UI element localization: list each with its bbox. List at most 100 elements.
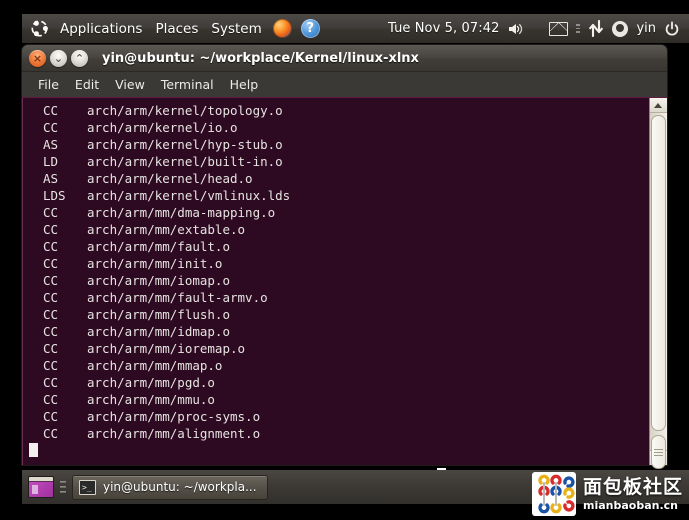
terminal-line-path: arch/arm/mm/fault.o (87, 239, 230, 254)
show-desktop-icon[interactable] (28, 476, 54, 498)
clock[interactable]: Tue Nov 5, 07:42 (388, 21, 499, 36)
top-panel-left: Applications Places System ? (22, 19, 320, 39)
terminal-line: AS arch/arm/kernel/hyp-stub.o (29, 136, 649, 153)
ubuntu-logo-icon[interactable] (30, 19, 49, 38)
terminal-line: CC arch/arm/kernel/io.o (29, 119, 649, 136)
terminal-line-path: arch/arm/mm/init.o (87, 256, 223, 271)
terminal-line: CC arch/arm/mm/mmap.o (29, 357, 649, 374)
applications-menu[interactable]: Applications (58, 19, 144, 39)
terminal-line-tag: CC (43, 205, 59, 220)
terminal-line: CC arch/arm/mm/extable.o (29, 221, 649, 238)
menu-terminal[interactable]: Terminal (153, 75, 222, 94)
terminal-line-tag: CC (43, 426, 59, 441)
terminal-line-tag: LDS (43, 188, 66, 203)
watermark-en: mianbaoban.cn (582, 498, 678, 512)
scrollbar-track[interactable] (649, 113, 667, 469)
scrollbar-thumb-grip[interactable] (650, 435, 666, 469)
terminal-line: CC arch/arm/mm/alignment.o (29, 425, 649, 442)
window-maximize-button[interactable]: ⌃ (71, 49, 88, 67)
terminal-prompt-line (29, 442, 649, 459)
terminal-line-tag: AS (43, 171, 59, 186)
terminal-line-tag: CC (43, 392, 59, 407)
terminal-body: CC arch/arm/kernel/topology.o CC arch/arm/k… (22, 98, 667, 486)
terminal-line: CC arch/arm/mm/fault-armv.o (29, 289, 649, 306)
top-panel-right: Tue Nov 5, 07:42 yin (388, 19, 689, 38)
block-cursor (29, 443, 38, 457)
terminal-line-path: arch/arm/mm/pgd.o (87, 375, 215, 390)
watermark-text: 面包板社区 mianbaoban.cn (582, 475, 683, 512)
top-panel: Applications Places System ? Tue Nov 5, … (22, 14, 689, 43)
terminal-line: LD arch/arm/kernel/built-in.o (29, 153, 649, 170)
taskbar-item-label: yin@ubuntu: ~/workpla... (103, 480, 257, 494)
terminal-output[interactable]: CC arch/arm/kernel/topology.o CC arch/arm/k… (23, 98, 649, 465)
terminal-line-path: arch/arm/mm/iomap.o (87, 273, 230, 288)
watermark-cn: 面包板社区 (582, 475, 683, 498)
terminal-icon: >_ (79, 479, 96, 495)
taskbar-item-terminal[interactable]: >_ yin@ubuntu: ~/workpla... (72, 474, 268, 500)
terminal-line-path: arch/arm/mm/mmu.o (87, 392, 215, 407)
terminal-line: CC arch/arm/mm/init.o (29, 255, 649, 272)
terminal-line: CC arch/arm/mm/idmap.o (29, 323, 649, 340)
terminal-line: AS arch/arm/kernel/head.o (29, 170, 649, 187)
menu-help[interactable]: Help (222, 75, 267, 94)
window-minimize-button[interactable]: ⌄ (50, 49, 67, 67)
terminal-line-tag: CC (43, 307, 59, 322)
desktop: Applications Places System ? Tue Nov 5, … (0, 0, 689, 520)
window-titlebar[interactable]: × ⌄ ⌃ yin@ubuntu: ~/workplace/Kernel/lin… (22, 45, 667, 72)
system-menu[interactable]: System (209, 19, 263, 39)
menu-file[interactable]: File (30, 75, 67, 94)
terminal-line-tag: CC (43, 273, 59, 288)
terminal-line-path: arch/arm/kernel/built-in.o (87, 154, 283, 169)
terminal-line-path: arch/arm/mm/alignment.o (87, 426, 261, 441)
terminal-line: CC arch/arm/mm/proc-syms.o (29, 408, 649, 425)
mianbaoban-logo-icon (531, 472, 576, 516)
menu-view[interactable]: View (107, 75, 153, 94)
terminal-line-tag: CC (43, 120, 59, 135)
network-icon[interactable] (588, 19, 604, 38)
terminal-line: CC arch/arm/mm/pgd.o (29, 374, 649, 391)
firefox-icon[interactable] (272, 19, 292, 38)
terminal-line: CC arch/arm/mm/mmu.o (29, 391, 649, 408)
terminal-line-path: arch/arm/mm/dma-mapping.o (87, 205, 276, 220)
terminal-line-tag: CC (43, 239, 59, 254)
terminal-line: CC arch/arm/kernel/topology.o (29, 102, 649, 119)
user-name[interactable]: yin (636, 21, 656, 36)
terminal-scrollbar[interactable] (649, 98, 667, 469)
window-close-button[interactable]: × (29, 49, 46, 67)
scroll-up-arrow-icon[interactable] (649, 98, 667, 113)
terminal-line-path: arch/arm/mm/ioremap.o (87, 341, 246, 356)
terminal-line-tag: CC (43, 103, 59, 118)
terminal-line-tag: CC (43, 409, 59, 424)
watermark: 面包板社区 mianbaoban.cn (531, 472, 683, 516)
power-icon[interactable] (664, 21, 680, 37)
places-menu[interactable]: Places (153, 19, 200, 39)
terminal-line: CC arch/arm/mm/fault.o (29, 238, 649, 255)
show-desktop-body (29, 482, 53, 497)
terminal-line-path: arch/arm/mm/extable.o (87, 222, 246, 237)
terminal-line-path: arch/arm/kernel/io.o (87, 120, 238, 135)
terminal-line-tag: CC (43, 290, 59, 305)
terminal-line-path: arch/arm/mm/proc-syms.o (87, 409, 261, 424)
terminal-line-path: arch/arm/mm/flush.o (87, 307, 230, 322)
terminal-window: × ⌄ ⌃ yin@ubuntu: ~/workplace/Kernel/lin… (22, 45, 667, 486)
close-icon: × (32, 51, 43, 65)
terminal-line: CC arch/arm/mm/flush.o (29, 306, 649, 323)
scrollbar-thumb[interactable] (650, 115, 666, 431)
terminal-line-tag: CC (43, 256, 59, 271)
terminal-line-tag: CC (43, 341, 59, 356)
terminal-line-path: arch/arm/kernel/hyp-stub.o (87, 137, 283, 152)
terminal-line: CC arch/arm/mm/dma-mapping.o (29, 204, 649, 221)
help-icon[interactable]: ? (300, 19, 320, 38)
chevron-up-icon: ⌃ (74, 51, 85, 65)
avatar[interactable] (612, 20, 629, 37)
terminal-line: CC arch/arm/mm/ioremap.o (29, 340, 649, 357)
menu-edit[interactable]: Edit (67, 75, 107, 94)
chevron-down-icon: ⌄ (53, 51, 64, 65)
menu-bar: File Edit View Terminal Help (22, 72, 667, 98)
terminal-line-path: arch/arm/kernel/head.o (87, 171, 253, 186)
terminal-line-path: arch/arm/mm/mmap.o (87, 358, 223, 373)
panel-grip-handle[interactable] (60, 476, 66, 498)
terminal-line-path: arch/arm/mm/fault-armv.o (87, 290, 268, 305)
volume-icon[interactable] (507, 21, 523, 37)
mail-icon[interactable] (549, 21, 569, 36)
